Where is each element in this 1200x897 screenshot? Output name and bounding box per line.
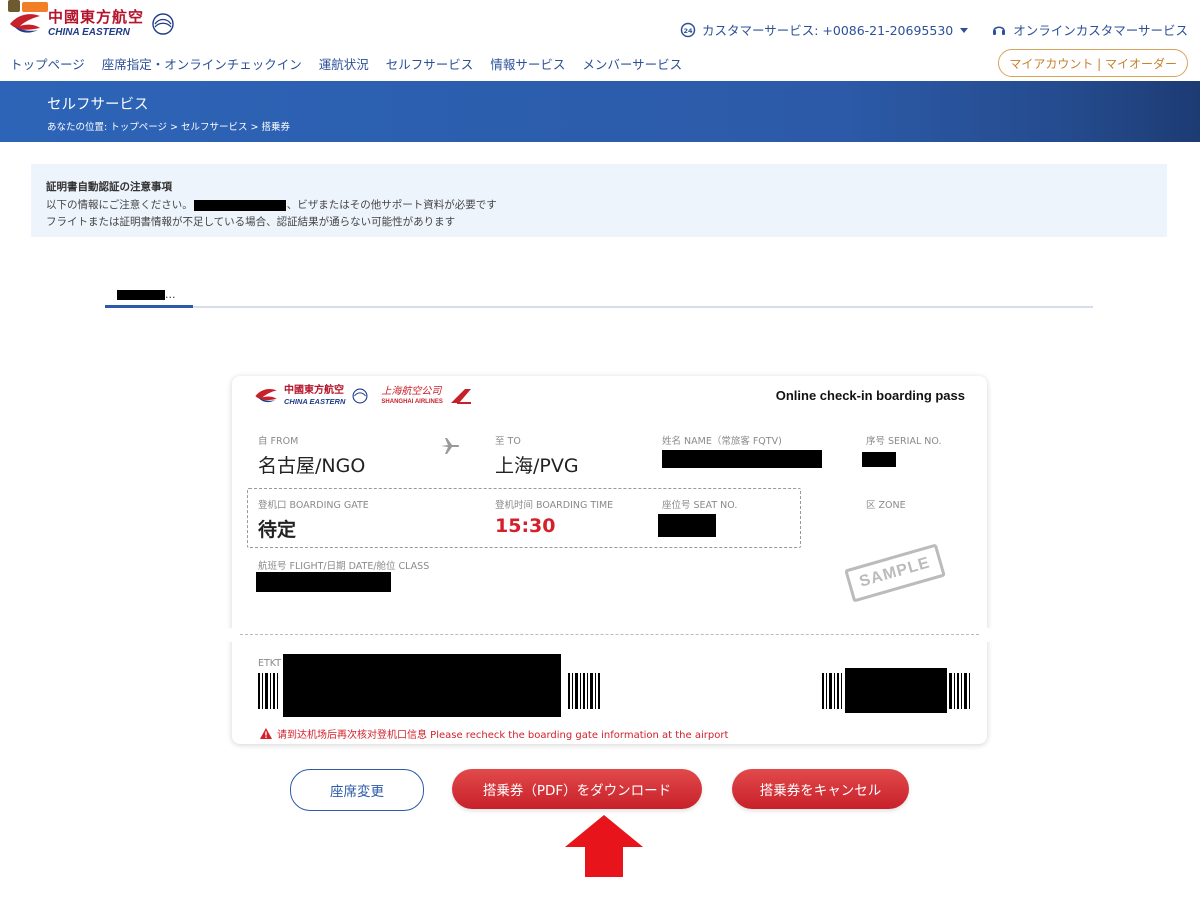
boarding-pass-card: 中國東方航空 CHINA EASTERN 上海航空公司 SHANGHAI AIR… xyxy=(225,376,994,744)
gate-warning-text: 请到达机场后再次核对登机口信息 Please recheck the board… xyxy=(277,730,729,741)
page-banner: セルフサービス あなたの位置: トップページ > セルフサービス > 搭乗券 xyxy=(0,81,1200,142)
nav-item-seat-checkin[interactable]: 座席指定・オンラインチェックイン xyxy=(102,54,302,73)
skyteam-logo-icon xyxy=(352,388,368,404)
my-account-button[interactable]: マイアカウント | マイオーダー xyxy=(998,49,1188,77)
perforation-line xyxy=(240,634,979,635)
logo-english-text: CHINA EASTERN xyxy=(48,27,130,38)
etkt-label: ETKT xyxy=(258,658,282,669)
breadcrumb: あなたの位置: トップページ > セルフサービス > 搭乗券 xyxy=(47,122,291,133)
china-eastern-logo[interactable]: 中國東方航空 CHINA EASTERN xyxy=(8,10,176,38)
nav-item-flight-status[interactable]: 運航状況 xyxy=(319,54,369,73)
flight-info-redacted xyxy=(256,572,391,592)
nav-item-member-service[interactable]: メンバーサービス xyxy=(582,54,682,73)
chevron-down-icon[interactable] xyxy=(959,25,969,35)
change-seat-button[interactable]: 座席変更 xyxy=(290,769,424,811)
customer-service-phone[interactable]: カスタマーサービス: +0086-21-20695530 xyxy=(702,20,953,39)
nav-item-info-service[interactable]: 情報サービス xyxy=(490,54,565,73)
tab-label-suffix: ... xyxy=(165,288,176,301)
gate-warning: 请到达机场后再次核对登机口信息 Please recheck the board… xyxy=(260,726,728,741)
logo-chinese-text: 中國東方航空 xyxy=(48,8,145,26)
download-pdf-button[interactable]: 搭乗券（PDF）をダウンロード xyxy=(452,769,702,809)
main-nav: トップページ 座席指定・オンラインチェックイン 運航状況 セルフサービス 情報サ… xyxy=(10,54,682,73)
boarding-time-value: 15:30 xyxy=(495,515,556,537)
online-customer-service-link[interactable]: オンラインカスタマーサービス xyxy=(1013,20,1188,39)
left-notch xyxy=(225,628,239,642)
passenger-name-redacted xyxy=(662,450,822,468)
gate-value: 待定 xyxy=(258,519,297,541)
passenger-tab[interactable]: ... xyxy=(117,288,176,301)
notice-line-1-prefix: 以下の情報にご注意ください。 xyxy=(46,199,193,211)
serial-redacted xyxy=(862,452,896,467)
to-value: 上海/PVG xyxy=(495,455,579,477)
serial-label: 序号 SERIAL NO. xyxy=(866,436,942,447)
nav-item-self-service[interactable]: セルフサービス xyxy=(386,54,474,73)
pass-logo-cn: 中國東方航空 xyxy=(284,385,344,397)
cancel-boarding-pass-button[interactable]: 搭乗券をキャンセル xyxy=(732,769,909,809)
site-header: 中國東方航空 CHINA EASTERN 24 カスタマーサービス: +0086… xyxy=(0,0,1200,81)
etkt-redacted xyxy=(283,654,561,717)
from-label: 自 FROM xyxy=(258,436,299,447)
headset-icon xyxy=(993,25,1006,35)
notice-line-1: 以下の情報にご注意ください。 、ビザまたはその他サポート資料が必要です xyxy=(46,197,497,212)
right-notch xyxy=(980,628,994,642)
zone-label: 区 ZONE xyxy=(866,500,906,511)
swallow-logo-icon xyxy=(10,14,40,33)
shanghai-airlines-crane-icon xyxy=(450,389,471,404)
phone-24-icon: 24 xyxy=(680,22,696,37)
notice-line-2: フライトまたは証明書情報が不足している場合、認証結果が通らない可能性があります xyxy=(46,216,456,228)
pass-airline-logos: 中國東方航空 CHINA EASTERN 上海航空公司 SHANGHAI AIR… xyxy=(254,386,473,406)
red-arrow-icon xyxy=(565,815,643,877)
page-title: セルフサービス xyxy=(47,97,149,113)
skyteam-logo-icon xyxy=(152,13,174,35)
tab-active-indicator xyxy=(105,305,193,308)
tab-underline xyxy=(105,306,1093,308)
gate-label: 登机口 BOARDING GATE xyxy=(258,500,369,511)
pass-logo-en: CHINA EASTERN xyxy=(284,397,346,407)
pass-title: Online check-in boarding pass xyxy=(775,388,965,403)
warning-icon xyxy=(260,728,272,739)
seat-redacted xyxy=(658,514,716,537)
nav-item-top[interactable]: トップページ xyxy=(10,54,85,73)
svg-text:24: 24 xyxy=(683,27,693,35)
certificate-notice: 証明書自動認証の注意事項 以下の情報にご注意ください。 、ビザまたはその他サポート… xyxy=(31,164,1167,237)
shanghai-airlines-cn: 上海航空公司 xyxy=(381,386,442,397)
from-value: 名古屋/NGO xyxy=(258,455,366,477)
boarding-time-label: 登机时间 BOARDING TIME xyxy=(495,500,614,511)
sample-stamp: SAMPLE xyxy=(844,543,946,603)
barcode-number-redacted xyxy=(845,668,947,713)
name-label: 姓名 NAME（常旅客 FQTV) xyxy=(662,436,782,447)
notice-redacted xyxy=(193,199,286,211)
notice-title: 証明書自動認証の注意事項 xyxy=(46,181,172,193)
tab-name-redacted xyxy=(117,290,165,300)
notice-line-1-suffix: 、ビザまたはその他サポート資料が必要です xyxy=(286,199,497,211)
seat-label: 座位号 SEAT NO. xyxy=(662,500,738,511)
to-label: 至 TO xyxy=(495,436,521,447)
plane-icon xyxy=(441,438,460,454)
shanghai-airlines-en: SHANGHAI AIRLINES xyxy=(381,399,443,405)
flight-label: 航班号 FLIGHT/日期 DATE/舱位 CLASS xyxy=(258,561,430,572)
swallow-logo-icon xyxy=(255,388,277,403)
